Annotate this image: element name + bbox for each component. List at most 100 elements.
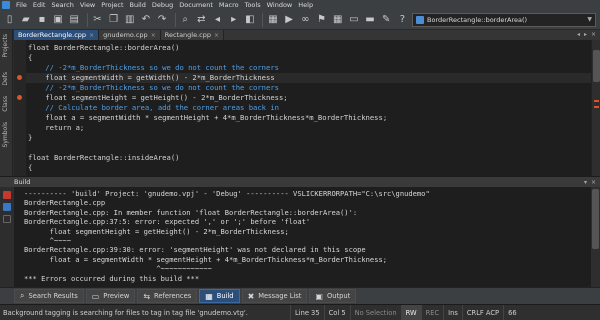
build-output-line[interactable]: BorderRectangle.cpp:39:30: error: 'segme… xyxy=(24,245,366,254)
side-tab-symbols[interactable]: Symbols xyxy=(2,122,9,147)
toggle-icon[interactable]: ◧ xyxy=(243,13,256,27)
close-icon[interactable]: × xyxy=(89,32,94,39)
status-line[interactable]: Line 35 xyxy=(290,304,324,320)
editor-scrollbar[interactable] xyxy=(591,40,600,176)
forward-icon[interactable]: ▸ xyxy=(227,13,240,27)
find-icon[interactable]: ⌕ xyxy=(179,13,192,27)
terminal-icon[interactable]: ▬ xyxy=(363,13,376,27)
side-tab-projects[interactable]: Projects xyxy=(2,34,9,58)
copy-icon[interactable]: ❐ xyxy=(107,13,120,27)
menu-project[interactable]: Project xyxy=(98,0,126,10)
build-output-line[interactable]: ---------- 'build' Project: 'gnudemo.vpj… xyxy=(24,189,430,198)
code-line[interactable]: float BorderRectangle::borderArea() xyxy=(28,43,179,53)
menu-build[interactable]: Build xyxy=(127,0,149,10)
file-tab-rectangle[interactable]: Rectangle.cpp × xyxy=(160,30,225,40)
tab-scroll-left-icon[interactable]: ◂ xyxy=(577,30,580,40)
error-marker-icon[interactable] xyxy=(17,95,22,100)
code-line[interactable]: { xyxy=(28,53,32,63)
status-rec[interactable]: REC xyxy=(420,304,444,320)
paste-icon[interactable]: ▥ xyxy=(123,13,136,27)
menu-search[interactable]: Search xyxy=(48,0,76,10)
scrollbar-thumb[interactable] xyxy=(592,189,599,249)
build-output-line[interactable]: ^~~~~~~~~~~~~ xyxy=(24,264,212,273)
tab-scroll-right-icon[interactable]: ▸ xyxy=(584,30,587,40)
replace-icon[interactable]: ⇄ xyxy=(195,13,208,27)
clear-icon[interactable] xyxy=(3,215,11,223)
menu-document[interactable]: Document xyxy=(176,0,216,10)
status-eol[interactable]: CRLF ACP xyxy=(461,304,503,320)
code-line[interactable]: // Calculate border area, add the corner… xyxy=(28,103,279,113)
chevron-down-icon[interactable]: ▼ xyxy=(587,16,592,23)
status-col[interactable]: Col 5 xyxy=(323,304,350,320)
status-rw[interactable]: RW xyxy=(400,304,421,320)
build-output-line[interactable]: BorderRectangle.cpp:37:5: error: expecte… xyxy=(24,217,310,226)
scrollbar-thumb[interactable] xyxy=(593,50,600,82)
binoculars-icon[interactable]: ∞ xyxy=(299,13,312,27)
build-output-line[interactable]: ^~~~~ xyxy=(24,236,71,245)
redo-icon[interactable]: ↷ xyxy=(155,13,168,27)
tool-tab-search-results[interactable]: ⌕ Search Results xyxy=(14,289,84,303)
context-combo[interactable]: BorderRectangle::borderArea() ▼ xyxy=(412,12,596,27)
tool-tab-output[interactable]: ▣ Output xyxy=(309,289,357,303)
build-output-line[interactable]: float segmentHeight = getHeight() - 2*m_… xyxy=(24,227,289,236)
screen-icon[interactable]: ▭ xyxy=(347,13,360,27)
save-all-icon[interactable]: ▣ xyxy=(52,13,65,27)
code-line[interactable]: } xyxy=(28,133,32,143)
code-line[interactable]: // -2*m_BorderThickness so we do not cou… xyxy=(28,63,279,73)
menu-file[interactable]: File xyxy=(13,0,30,10)
tool-tab-references[interactable]: ⇆ References xyxy=(137,289,198,303)
build-output-line[interactable]: *** Errors occurred during this build **… xyxy=(24,274,199,283)
undo-icon[interactable]: ↶ xyxy=(139,13,152,27)
code-line[interactable]: { xyxy=(28,163,32,173)
calculator-icon[interactable]: ▦ xyxy=(331,13,344,27)
back-icon[interactable]: ◂ xyxy=(211,13,224,27)
code-line[interactable]: return a; xyxy=(28,123,84,133)
tool-tab-preview[interactable]: ▭ Preview xyxy=(85,289,136,303)
tool-tab-build[interactable]: ▦ Build xyxy=(199,289,240,303)
rebuild-icon[interactable] xyxy=(3,203,11,211)
close-icon[interactable]: × xyxy=(591,179,596,186)
bookmark-icon[interactable]: ⚑ xyxy=(315,13,328,27)
error-marker-icon[interactable] xyxy=(17,75,22,80)
status-ins[interactable]: Ins xyxy=(443,304,462,320)
build-output[interactable]: ---------- 'build' Project: 'gnudemo.vpj… xyxy=(14,187,591,287)
file-tab-gnudemo[interactable]: gnudemo.cpp × xyxy=(99,30,161,40)
help-icon[interactable]: ? xyxy=(396,13,409,27)
code-line-current[interactable]: float segmentWidth = getWidth() - 2*m_Bo… xyxy=(26,73,591,83)
status-num[interactable]: 66 xyxy=(503,304,521,320)
new-file-icon[interactable]: ▯ xyxy=(3,13,16,27)
menu-help[interactable]: Help xyxy=(295,0,316,10)
editor-gutter[interactable] xyxy=(14,40,26,176)
code-editor[interactable]: float BorderRectangle::borderArea(){ // … xyxy=(14,40,591,176)
build-output-line[interactable]: float a = segmentWidth * segmentHeight +… xyxy=(24,255,387,264)
build-icon[interactable]: ▦ xyxy=(266,13,279,27)
side-tab-class[interactable]: Class xyxy=(2,96,9,112)
print-icon[interactable]: ▤ xyxy=(68,13,81,27)
close-icon[interactable]: × xyxy=(151,32,156,39)
menu-macro[interactable]: Macro xyxy=(216,0,242,10)
close-icon[interactable]: × xyxy=(591,30,596,40)
menu-debug[interactable]: Debug xyxy=(149,0,176,10)
side-tab-defs[interactable]: Defs xyxy=(2,72,9,86)
build-output-line[interactable]: BorderRectangle.cpp xyxy=(24,198,105,207)
code-line[interactable]: // -2*m_BorderThickness so we do not cou… xyxy=(28,83,279,93)
code-line[interactable]: float segmentHeight = getHeight() - 2*m_… xyxy=(28,93,287,103)
build-scrollbar[interactable] xyxy=(591,187,600,287)
wrench-icon[interactable]: ✎ xyxy=(380,13,393,27)
cut-icon[interactable]: ✂ xyxy=(91,13,104,27)
close-icon[interactable]: × xyxy=(214,32,219,39)
menu-tools[interactable]: Tools xyxy=(242,0,264,10)
pin-icon[interactable]: ▾ xyxy=(584,179,587,186)
code-line[interactable]: float a = segmentWidth * segmentHeight +… xyxy=(28,113,387,123)
open-folder-icon[interactable]: ▰ xyxy=(19,13,32,27)
stop-build-icon[interactable] xyxy=(3,191,11,199)
menu-window[interactable]: Window xyxy=(264,0,296,10)
build-output-line[interactable]: BorderRectangle.cpp: In member function … xyxy=(24,208,357,217)
menu-view[interactable]: View xyxy=(77,0,98,10)
menu-edit[interactable]: Edit xyxy=(30,0,49,10)
save-icon[interactable]: ▪ xyxy=(35,13,48,27)
tool-tab-message-list[interactable]: ✖ Message List xyxy=(241,289,308,303)
file-tab-borderrectangle[interactable]: BorderRectangle.cpp × xyxy=(14,30,100,40)
run-icon[interactable]: ▶ xyxy=(283,13,296,27)
code-line[interactable]: float BorderRectangle::insideArea() xyxy=(28,153,179,163)
